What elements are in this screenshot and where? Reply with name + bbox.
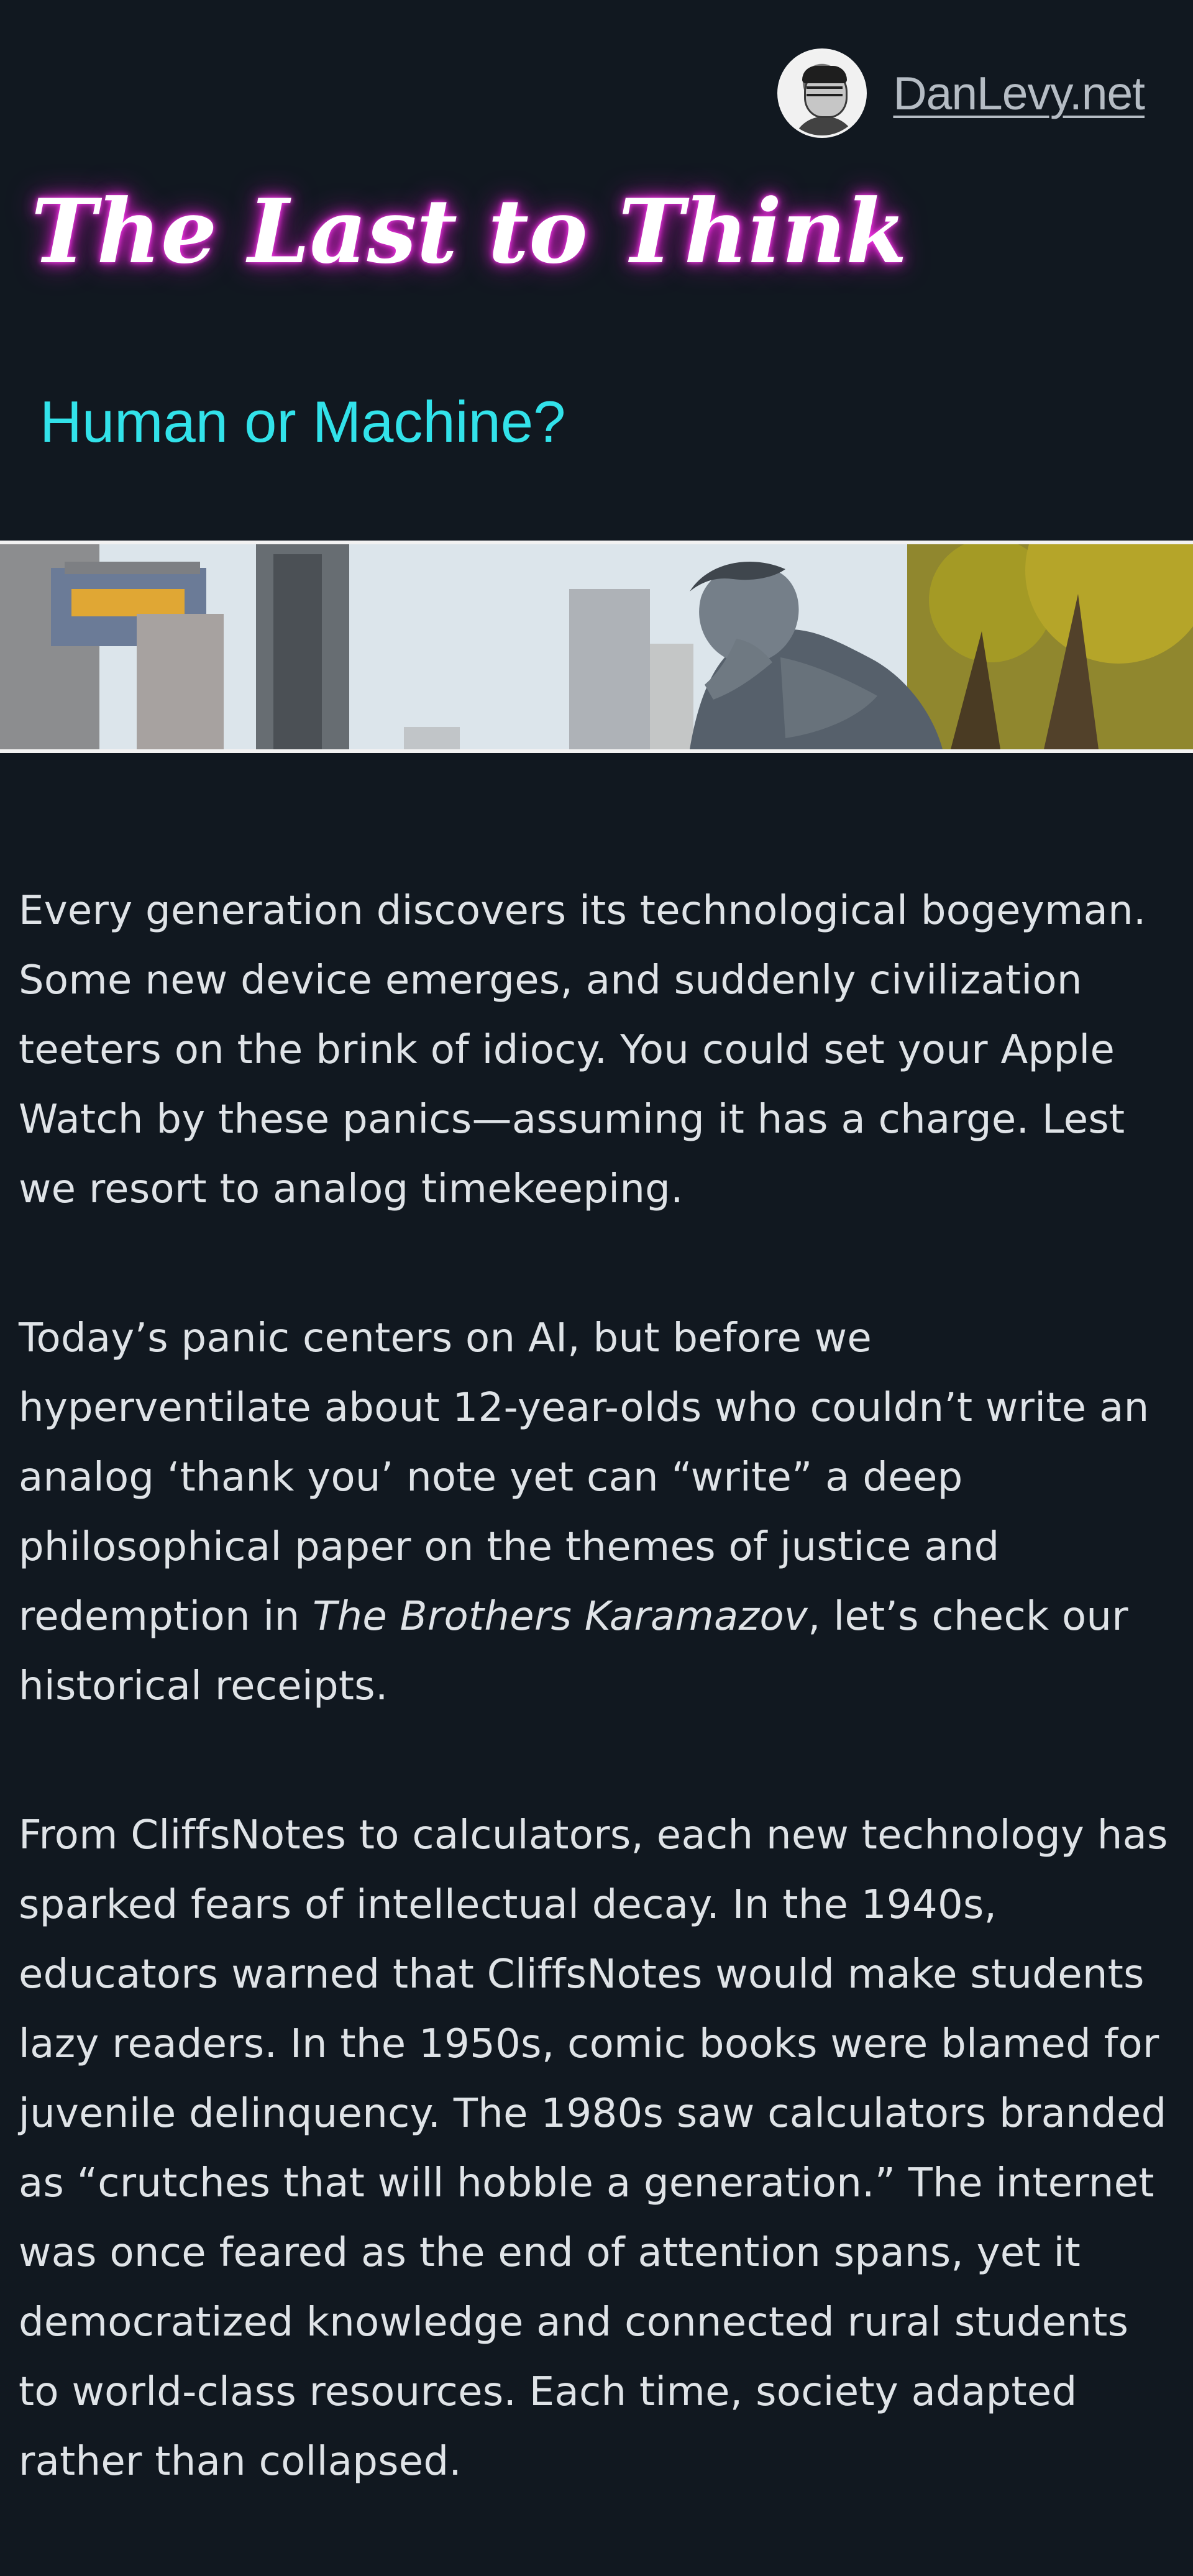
author-avatar[interactable]	[777, 48, 867, 138]
article-paragraph-2: Today’s panic centers on AI, but before …	[19, 1304, 1174, 1721]
site-name-link[interactable]: DanLevy.net	[893, 66, 1145, 120]
page-title: The Last to Think	[31, 180, 907, 283]
page-subtitle: Human or Machine?	[40, 389, 566, 454]
article-paragraph-1: Every generation discovers its technolog…	[19, 888, 1146, 1212]
article-paragraph-2-text-before: Today’s panic centers on AI, but before …	[19, 1315, 1150, 1640]
book-title: The Brothers Karamazov	[313, 1594, 808, 1640]
article-paragraph-3: From CliffsNotes to calculators, each ne…	[19, 1812, 1168, 2485]
article-body: Every generation discovers its technolog…	[19, 876, 1174, 2576]
page-header: DanLevy.net The Last to Think Human or M…	[0, 0, 1193, 541]
avatar-glasses	[807, 86, 843, 96]
site-home-link[interactable]: DanLevy.net	[777, 47, 1145, 139]
avatar-shoulders	[793, 117, 857, 135]
thinker-statue-city-banner	[0, 544, 1193, 749]
avatar-hair	[802, 66, 848, 83]
hero-banner	[0, 541, 1193, 753]
